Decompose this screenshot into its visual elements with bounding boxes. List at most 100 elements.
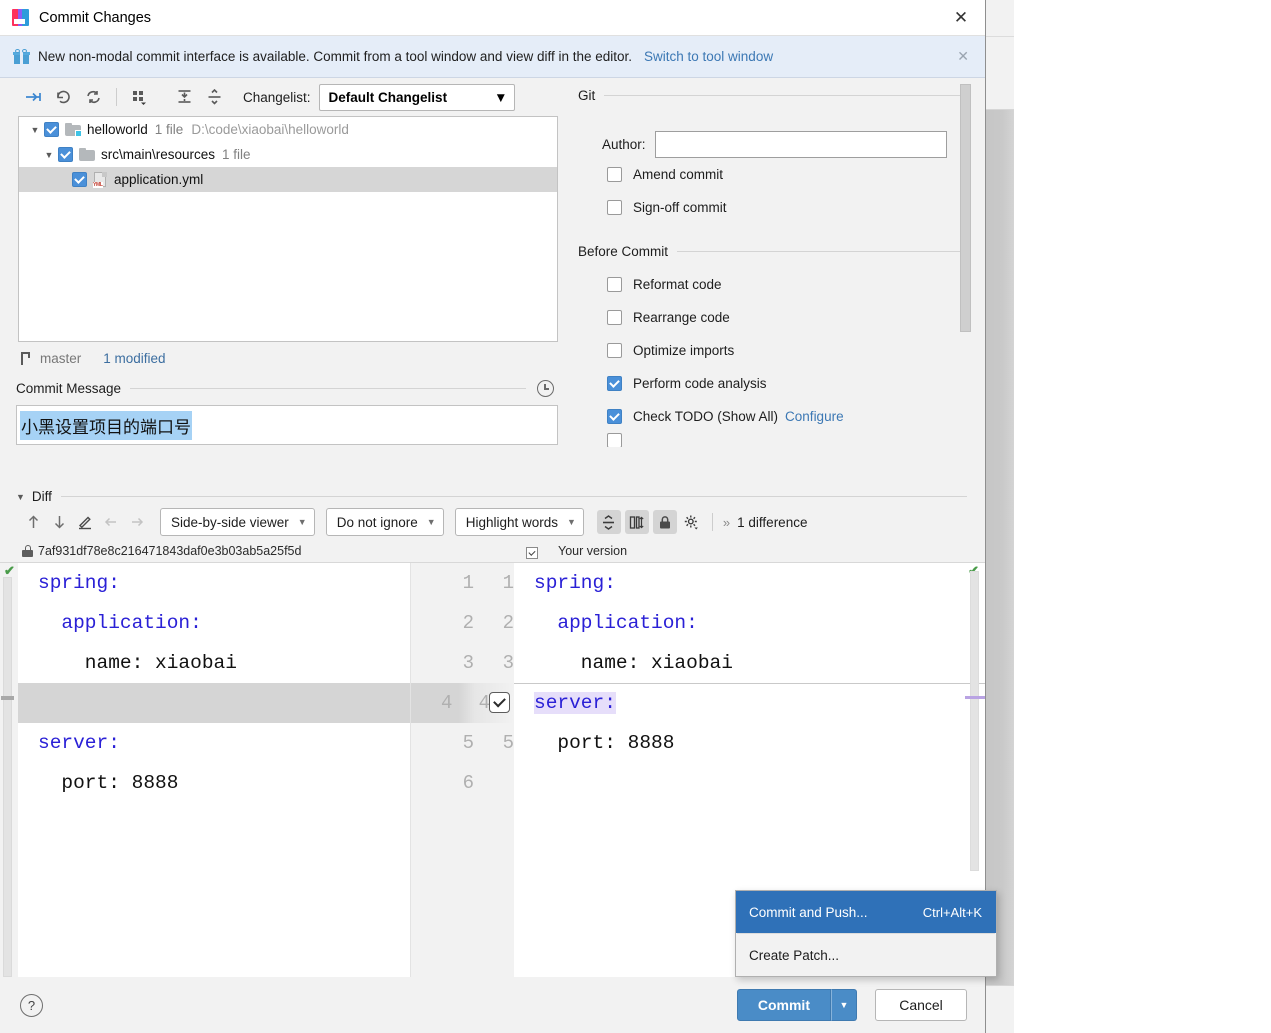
viewer-mode-dropdown[interactable]: Side-by-side viewer ▼ xyxy=(160,508,315,536)
rearrange-code-option[interactable]: Rearrange code xyxy=(574,301,985,334)
modified-count[interactable]: 1 modified xyxy=(103,351,165,366)
banner-close-icon[interactable]: ✕ xyxy=(951,48,975,65)
tree-row[interactable]: ▼ src\main\resources 1 file xyxy=(19,142,557,167)
diff-line-numbers: 11 22 33 44 55 6 xyxy=(410,563,514,977)
arrow-up-icon[interactable] xyxy=(20,509,46,535)
close-icon[interactable]: ✕ xyxy=(947,4,975,32)
commit-message-label: Commit Message xyxy=(16,381,122,396)
question-mark-icon[interactable]: ? xyxy=(20,993,43,1017)
check-todo-option[interactable]: Check TODO (Show All) Configure xyxy=(574,400,985,433)
file-checkbox[interactable] xyxy=(72,172,87,187)
commit-message-input[interactable]: 小黑设置项目的端口号 xyxy=(16,405,558,445)
reformat-code-checkbox[interactable] xyxy=(607,277,622,292)
diff-left-code[interactable]: spring: application: name: xiaobai serve… xyxy=(18,563,410,977)
background-ide-toolbar xyxy=(986,0,1014,110)
scrollbar-track[interactable] xyxy=(3,577,12,977)
clipped-checkbox[interactable] xyxy=(607,433,622,447)
code-line: port: 8888 xyxy=(534,732,675,754)
file-checkbox[interactable] xyxy=(44,122,59,137)
collapse-unchanged-icon[interactable] xyxy=(596,510,621,534)
clock-icon[interactable] xyxy=(537,380,554,397)
scrollbar-thumb[interactable] xyxy=(960,84,971,332)
highlight-mode-dropdown[interactable]: Highlight words ▼ xyxy=(454,508,584,536)
line-number-row: 6 xyxy=(462,772,474,794)
git-options-scrollbar[interactable] xyxy=(960,84,971,414)
pencil-icon[interactable] xyxy=(72,509,98,535)
sign-off-commit-option[interactable]: Sign-off commit xyxy=(574,191,985,224)
whitespace-mode-dropdown[interactable]: Do not ignore ▼ xyxy=(325,508,444,536)
tree-node-path: D:\code\xiaobai\helloworld xyxy=(191,122,349,137)
tree-row[interactable]: YML application.yml xyxy=(19,167,557,192)
chevron-down-icon[interactable]: ▼ xyxy=(16,492,25,502)
optimize-imports-option[interactable]: Optimize imports xyxy=(574,334,985,367)
chevron-down-icon[interactable]: ▼ xyxy=(40,150,58,160)
dialog-bottom-bar: ? Commit ▼ Cancel xyxy=(0,977,985,1033)
git-group-title: Git xyxy=(578,88,596,103)
whitespace-mode-value: Do not ignore xyxy=(336,514,418,530)
perform-code-analysis-checkbox[interactable] xyxy=(607,376,622,391)
diff-left-gutter[interactable]: ✔ xyxy=(0,563,18,977)
module-folder-icon xyxy=(65,123,82,137)
arrow-down-icon[interactable] xyxy=(46,509,72,535)
clipped-option-row[interactable] xyxy=(574,433,985,447)
move-to-changelist-icon[interactable] xyxy=(18,84,48,110)
commit-context-menu: Commit and Push... Ctrl+Alt+K Create Pat… xyxy=(735,890,997,977)
lock-icon[interactable] xyxy=(652,510,677,534)
revert-icon[interactable] xyxy=(48,84,78,110)
highlight-mode-value: Highlight words xyxy=(465,514,558,530)
yml-file-icon: YML xyxy=(93,171,108,188)
tree-node-name: src\main\resources xyxy=(101,147,216,162)
expand-all-icon[interactable] xyxy=(169,84,199,110)
code-line: name: xiaobai xyxy=(38,652,237,674)
amend-commit-option[interactable]: Amend commit xyxy=(574,158,985,191)
intellij-idea-icon xyxy=(12,9,29,26)
refresh-icon[interactable] xyxy=(78,84,108,110)
background-ide-statusbar xyxy=(986,985,1014,1033)
chevron-down-icon: ▼ xyxy=(297,517,307,527)
sync-scroll-icon[interactable] xyxy=(624,510,649,534)
overflow-icon[interactable]: » xyxy=(723,515,730,530)
create-patch-menu-item[interactable]: Create Patch... xyxy=(736,934,996,976)
check-todo-checkbox[interactable] xyxy=(607,409,622,424)
configure-todo-link[interactable]: Configure xyxy=(785,409,844,424)
commit-and-push-menu-item[interactable]: Commit and Push... Ctrl+Alt+K xyxy=(736,891,996,933)
rearrange-code-label: Rearrange code xyxy=(633,310,730,325)
changes-pane: Changelist: Default Changelist ▼ ▼ hello… xyxy=(0,78,574,482)
arrow-right-icon[interactable] xyxy=(124,509,150,535)
perform-code-analysis-option[interactable]: Perform code analysis xyxy=(574,367,985,400)
arrow-left-icon[interactable] xyxy=(98,509,124,535)
changed-files-tree[interactable]: ▼ helloworld 1 file D:\code\xiaobai\hell… xyxy=(18,116,558,342)
chevron-down-icon[interactable]: ▼ xyxy=(26,125,44,135)
code-line: server: xyxy=(38,732,120,754)
gear-icon[interactable] xyxy=(679,509,705,535)
author-field[interactable] xyxy=(654,131,947,158)
divider xyxy=(604,95,967,96)
folder-icon xyxy=(79,148,95,161)
file-checkbox[interactable] xyxy=(58,147,73,162)
optimize-imports-checkbox[interactable] xyxy=(607,343,622,358)
code-line: application: xyxy=(38,612,202,634)
changelist-value: Default Changelist xyxy=(328,89,448,105)
commit-changes-dialog: Commit Changes ✕ New non-modal commit in… xyxy=(0,0,997,1033)
amend-commit-checkbox[interactable] xyxy=(607,167,622,182)
cancel-button[interactable]: Cancel xyxy=(875,989,967,1021)
rearrange-code-checkbox[interactable] xyxy=(607,310,622,325)
git-options-pane: Git Author: Amend commit Sign-off commit… xyxy=(574,78,985,482)
switch-to-tool-window-link[interactable]: Switch to tool window xyxy=(644,49,773,64)
accept-change-checkbox[interactable] xyxy=(489,692,510,713)
changelist-dropdown[interactable]: Default Changelist ▼ xyxy=(318,83,515,111)
sign-off-commit-checkbox[interactable] xyxy=(607,200,622,215)
before-commit-group-header: Before Commit xyxy=(574,244,985,259)
group-by-icon[interactable] xyxy=(125,84,155,110)
before-commit-group-title: Before Commit xyxy=(578,244,669,259)
tree-row[interactable]: ▼ helloworld 1 file D:\code\xiaobai\hell… xyxy=(19,117,557,142)
commit-button[interactable]: Commit xyxy=(736,989,831,1021)
commit-dropdown-chevron-down-icon[interactable]: ▼ xyxy=(831,989,857,1021)
diff-right-scrollbar[interactable] xyxy=(970,571,979,871)
tree-node-name: helloworld xyxy=(87,122,148,137)
collapse-all-icon[interactable] xyxy=(199,84,229,110)
code-line: spring: xyxy=(534,572,616,594)
reformat-code-label: Reformat code xyxy=(633,277,722,292)
diff-include-checkbox[interactable] xyxy=(526,544,538,559)
reformat-code-option[interactable]: Reformat code xyxy=(574,268,985,301)
